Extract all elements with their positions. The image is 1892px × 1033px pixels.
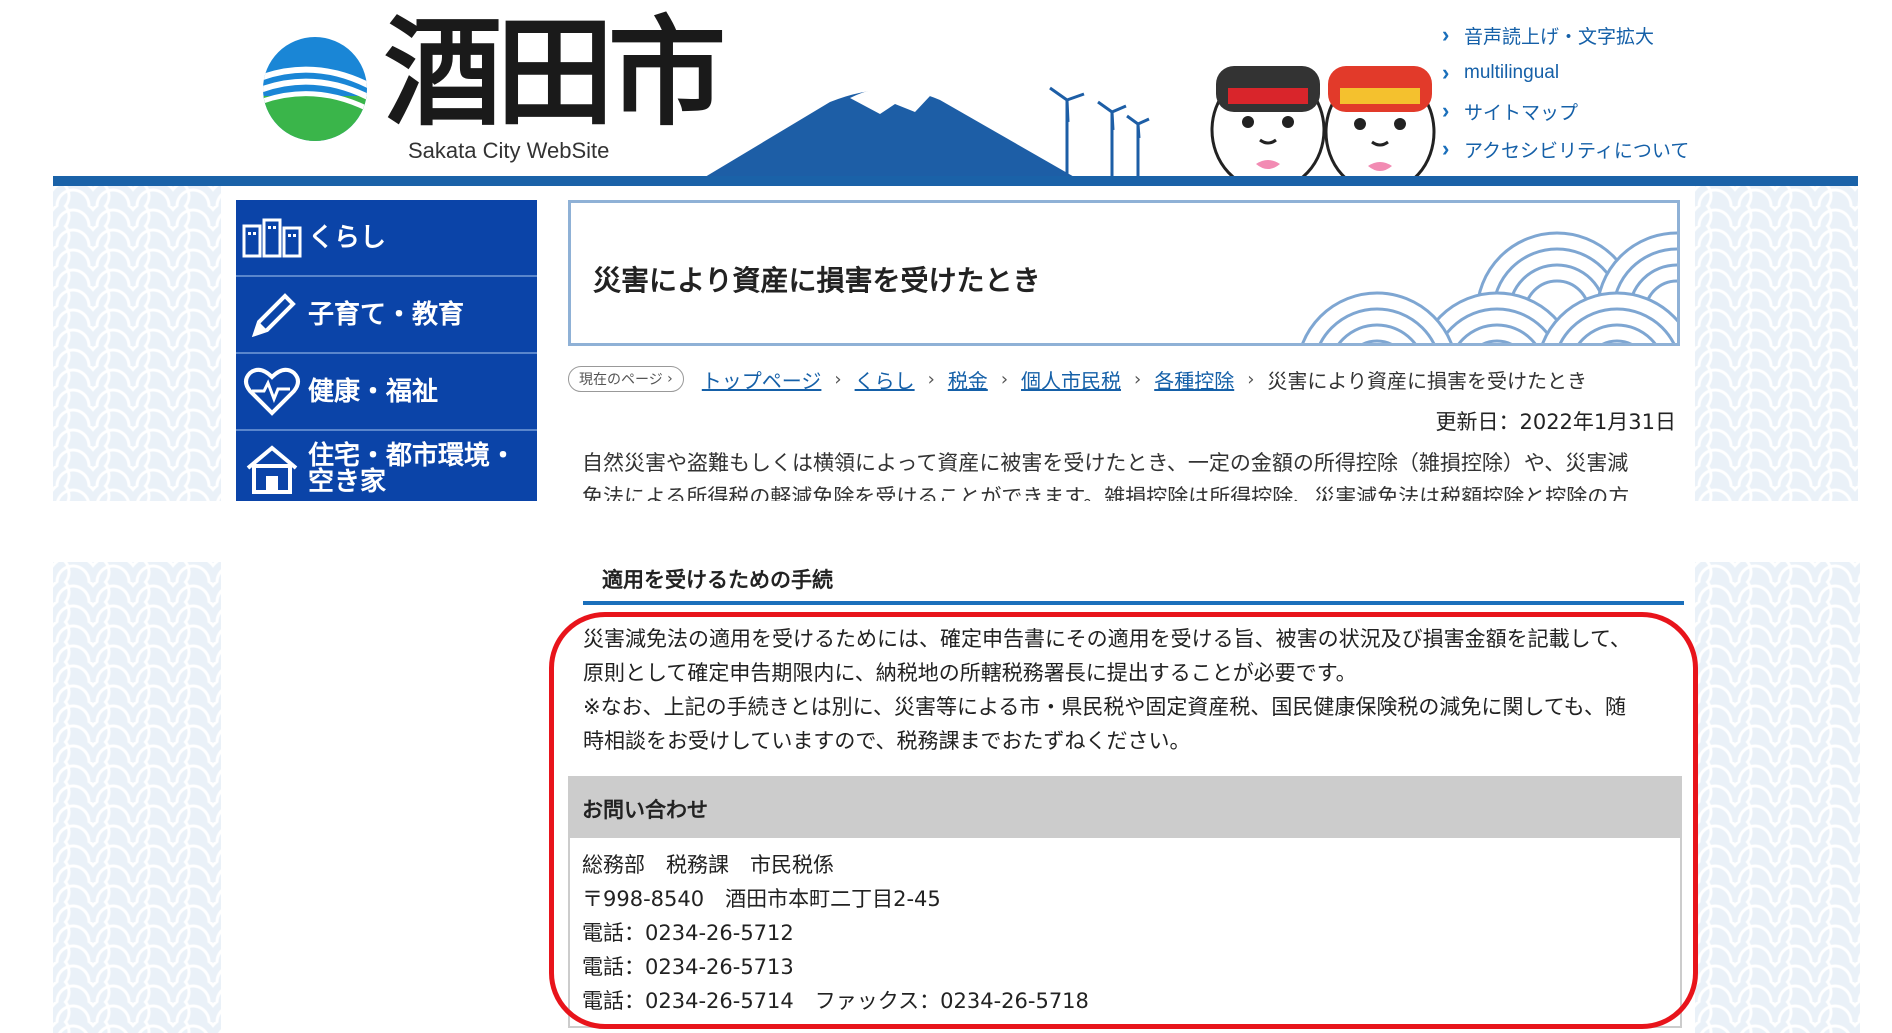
header-link-label: サイトマップ [1464, 102, 1579, 124]
intro-line: 自然災害や盗難もしくは横領によって資産に被害を受けたとき、一定の金額の所得控除（… [582, 451, 1629, 475]
sidebar-item-label-line2: 空き家 [308, 466, 387, 497]
sidebar-item-label: 子育て・教育 [308, 299, 465, 330]
intro-text-block: 自然災害や盗難もしくは横領によって資産に被害を受けたとき、一定の金額の所得控除（… [568, 446, 1688, 501]
chevron-right-icon: › [1442, 22, 1450, 47]
header-bar [53, 176, 1858, 186]
header-link-label: アクセシビリティについて [1464, 140, 1690, 162]
header-link-label: multilingual [1464, 62, 1560, 83]
procedure-heading: 適用を受けるための手続 [602, 568, 833, 592]
wave-pattern-left [53, 186, 221, 501]
contact-address: 〒998-8540 酒田市本町二丁目2-45 [582, 887, 941, 911]
contact-phone: 電話：0234-26-5713 [582, 955, 794, 979]
category-sidebar: くらし 子育て・教育 健康・福祉 住宅・都市環境・ 空き家 [236, 200, 537, 501]
breadcrumb-current: 災害により資産に損害を受けたとき [1267, 368, 1588, 393]
page-title: 災害により資産に損害を受けたとき [593, 264, 1041, 297]
sidebar-item-housing[interactable]: 住宅・都市環境・ 空き家 [236, 431, 537, 501]
chevron-right-icon: › [1442, 98, 1450, 123]
header-link-voice[interactable]: › 音声読上げ・文字拡大 [1442, 16, 1842, 54]
chevron-right-icon: › [834, 368, 842, 390]
sidebar-item-label: 健康・福祉 [308, 376, 439, 407]
header-link-label: 音声読上げ・文字拡大 [1464, 26, 1655, 48]
chevron-right-icon: › [1442, 136, 1450, 161]
logo-wordmark[interactable]: 酒田市 [384, 14, 726, 132]
contact-phone: 電話：0234-26-5712 [582, 921, 794, 945]
breadcrumb-link-top[interactable]: トップページ [702, 365, 822, 394]
breadcrumb-link-tax[interactable]: 税金 [948, 365, 988, 394]
header-link-sitemap[interactable]: › サイトマップ [1442, 92, 1842, 130]
intro-line: 免法による所得税の軽減免除を受けることができます。雑損控除は所得控除、災害減免法… [582, 485, 1630, 501]
header-link-accessibility[interactable]: › アクセシビリティについて [1442, 130, 1842, 168]
heart-pulse-icon [242, 367, 302, 417]
header-link-multilingual[interactable]: › multilingual [1442, 54, 1842, 92]
contact-title: お問い合わせ [582, 798, 708, 822]
procedure-heading-underline [583, 601, 1684, 605]
sidebar-item-label: くらし [308, 222, 387, 253]
breadcrumb: 現在のページ › トップページ › くらし › 税金 › 個人市民税 › 各種控… [568, 364, 1688, 394]
procedure-line: 原則として確定申告期限内に、納税地の所轄税務署長に提出することが必要です。 [583, 661, 1357, 685]
procedure-line: 災害減免法の適用を受けるためには、確定申告書にその適用を受ける旨、被害の状況及び… [583, 627, 1631, 651]
wave-pattern-right [1695, 186, 1858, 501]
header-scenery-icon [690, 66, 1436, 186]
current-page-badge: 現在のページ › [568, 366, 684, 392]
contact-department: 総務部 税務課 市民税係 [582, 853, 834, 877]
chevron-right-icon: › [1134, 368, 1142, 390]
current-page-badge-label: 現在のページ [579, 372, 663, 388]
pencil-icon [242, 290, 302, 340]
updated-date: 更新日：2022年1月31日 [1435, 410, 1676, 434]
house-icon [242, 444, 302, 494]
breadcrumb-link-living[interactable]: くらし [855, 365, 915, 394]
wave-pattern-right-lower [1695, 562, 1860, 1033]
buildings-icon [242, 213, 302, 263]
procedure-line: 時相談をお受けしていますので、税務課までおたずねください。 [583, 729, 1191, 753]
chevron-right-icon: › [1000, 368, 1009, 390]
chevron-right-icon: › [1247, 368, 1255, 390]
chevron-right-icon: › [1442, 60, 1450, 85]
contact-phone-fax: 電話：0234-26-5714 ファックス：0234-26-5718 [582, 989, 1089, 1013]
chevron-right-icon: › [927, 368, 935, 390]
breadcrumb-link-deductions[interactable]: 各種控除 [1154, 365, 1234, 394]
breadcrumb-link-resident-tax[interactable]: 個人市民税 [1021, 365, 1121, 394]
seigaiha-wave-icon [1301, 231, 1677, 343]
logo-subtitle: Sakata City WebSite [408, 138, 610, 163]
city-logo-icon[interactable] [260, 34, 370, 144]
page-title-box: 災害により資産に損害を受けたとき [568, 200, 1680, 346]
sidebar-item-childcare[interactable]: 子育て・教育 [236, 277, 537, 354]
wave-pattern-left-lower [53, 562, 221, 1033]
contact-header: お問い合わせ [568, 776, 1682, 838]
sidebar-item-health[interactable]: 健康・福祉 [236, 354, 537, 431]
sidebar-item-label: 住宅・都市環境・ 空き家 [308, 443, 516, 495]
header-utility-links: › 音声読上げ・文字拡大 › multilingual › サイトマップ › アクセシビ… [1442, 16, 1842, 168]
procedure-line: ※なお、上記の手続きとは別に、災害等による市・県民税や固定資産税、国民健康保険税… [583, 695, 1627, 719]
procedure-text: 災害減免法の適用を受けるためには、確定申告書にその適用を受ける旨、被害の状況及び… [583, 622, 1683, 758]
sidebar-item-living[interactable]: くらし [236, 200, 537, 277]
contact-details: 総務部 税務課 市民税係 〒998-8540 酒田市本町二丁目2-45 電話：0… [582, 848, 1089, 1018]
